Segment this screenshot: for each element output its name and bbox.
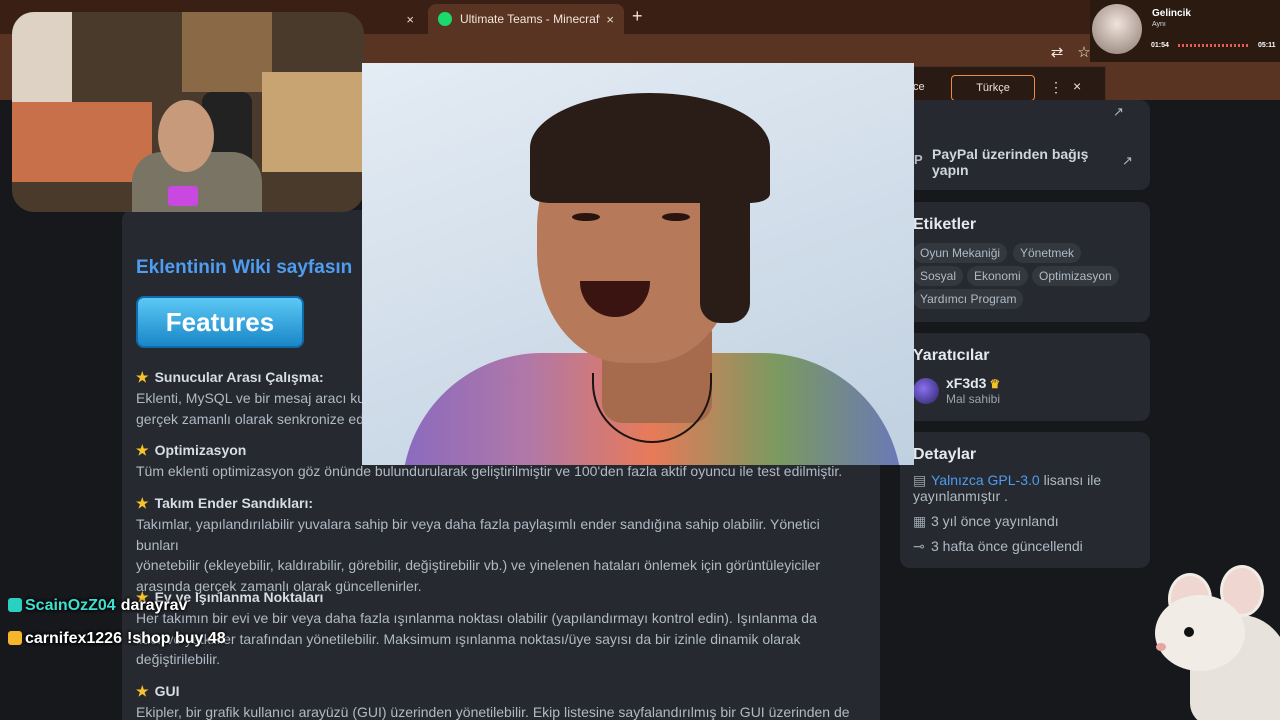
feature-body: Her takımın bir evi ve bir veya daha faz… (136, 610, 817, 667)
tab-title: Ultimate Teams - Minecraft Ekle (460, 12, 601, 26)
commit-icon: ⊸ (913, 538, 925, 554)
song-artist: Aynı (1152, 21, 1166, 28)
tag-chip[interactable]: Oyun Mekaniği (913, 243, 1008, 263)
updated-row: ⊸ 3 hafta önce güncellendi (913, 538, 1083, 554)
elapsed-time: 01:54 (1151, 42, 1169, 49)
mouse-mascot (1150, 565, 1280, 720)
feature-body: Ekipler, bir grafik kullanıcı arayüzü (G… (136, 704, 850, 720)
song-title: Gelincik (1152, 8, 1191, 19)
chat-message: carnifex1226 !shop buy 48 (8, 630, 226, 648)
album-art (1092, 4, 1142, 54)
feature-body: Takımlar, yapılandırılabilir yuvalara sa… (136, 516, 820, 594)
external-link-icon[interactable]: ↗ (1122, 153, 1133, 169)
chat-text: !shop buy 48 (126, 630, 226, 647)
features-banner: Features (136, 296, 304, 348)
tags-title: Etiketler (913, 216, 977, 233)
translate-target-language[interactable]: Türkçe (951, 75, 1035, 101)
chat-username: carnifex1226 (25, 630, 122, 647)
tag-chip[interactable]: Sosyal (913, 266, 964, 286)
document-icon: ▤ (913, 472, 927, 488)
new-tab-button[interactable]: + (632, 6, 643, 27)
chat-badge-icon (8, 598, 22, 612)
license-link[interactable]: Yalnızca GPL-3.0 (931, 472, 1040, 488)
star-icon: ★ (136, 495, 149, 511)
tag-chip[interactable]: Ekonomi (967, 266, 1028, 286)
wiki-link[interactable]: Eklentinin Wiki sayfasın (136, 257, 352, 279)
tag-chip[interactable]: Yardımcı Program (913, 289, 1024, 309)
paypal-donate-link[interactable]: PayPal üzerinden bağış yapın (932, 146, 1102, 178)
creator-avatar[interactable] (913, 378, 939, 404)
feature-title: ★ GUI (136, 683, 180, 699)
tab-close-icon[interactable]: × (606, 12, 614, 27)
feature-title: ★ Takım Ender Sandıkları: (136, 495, 314, 511)
feature-title: ★ Sunucular Arası Çalışma: (136, 369, 324, 385)
chat-message: ScainOzZ04 darayrav (8, 597, 187, 615)
more-options-icon[interactable]: ⋮ (1049, 79, 1063, 96)
chat-badge-icon (8, 631, 22, 645)
published-row: ▦ 3 yıl önce yayınlandı (913, 513, 1059, 529)
creator-name[interactable]: xF3d3 ♛ (946, 375, 1000, 391)
star-icon: ★ (136, 442, 149, 458)
calendar-icon: ▦ (913, 513, 927, 529)
progress-bar (1178, 44, 1248, 47)
total-time: 05:11 (1258, 42, 1276, 49)
tag-chip[interactable]: Yönetmek (1013, 243, 1082, 263)
license-row: ▤ Yalnızca GPL-3.0 lisansı ile yayınlanmı… (913, 472, 1102, 504)
close-icon[interactable]: × (1073, 78, 1081, 94)
star-icon: ★ (136, 683, 149, 699)
external-link-icon[interactable]: ↗ (1113, 104, 1124, 120)
paypal-icon: P (914, 152, 923, 167)
details-title: Detaylar (913, 446, 977, 463)
creator-role: Mal sahibi (946, 392, 1001, 406)
chat-username: ScainOzZ04 (25, 597, 116, 614)
browser-tab-active[interactable]: Ultimate Teams - Minecraft Ekle × (428, 4, 624, 34)
meme-video-overlay (362, 63, 914, 465)
tag-chip[interactable]: Optimizasyon (1032, 266, 1119, 286)
feature-title: ★ Optimizasyon (136, 442, 247, 458)
star-icon: ★ (136, 369, 149, 385)
translate-source-language[interactable]: ce (913, 81, 925, 93)
translate-icon[interactable]: ⇄ (1048, 44, 1066, 62)
modrinth-favicon-icon (438, 12, 452, 26)
tab-close-icon[interactable]: × (406, 12, 414, 27)
streamer-webcam (12, 12, 364, 212)
crown-icon: ♛ (989, 377, 1001, 391)
chat-text: darayrav (120, 597, 188, 614)
creators-title: Yaratıcılar (913, 347, 990, 364)
